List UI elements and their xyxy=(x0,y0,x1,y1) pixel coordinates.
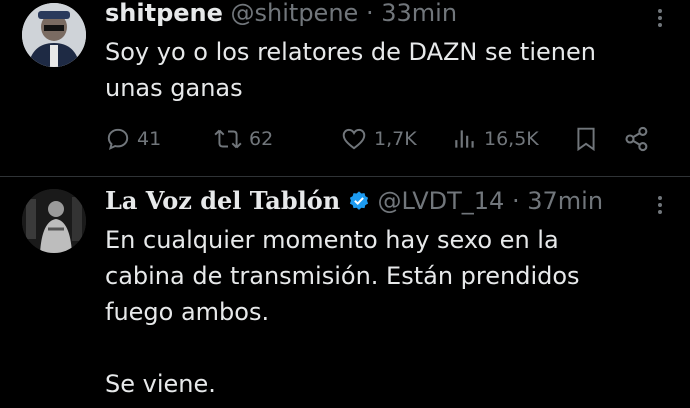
more-options-icon[interactable] xyxy=(650,6,670,32)
avatar-image-icon xyxy=(22,189,86,253)
timestamp[interactable]: 33min xyxy=(381,0,457,27)
like-count: 1,7K xyxy=(374,128,417,150)
views-button[interactable]: 16,5K xyxy=(452,123,539,155)
tweet-header: La Voz del Tablón @LVDT_14 · 37min xyxy=(105,187,603,217)
tweet-header: shitpene @shitpene · 33min xyxy=(105,0,457,29)
reply-icon xyxy=(107,128,129,150)
author-name[interactable]: La Voz del Tablón xyxy=(105,186,340,215)
retweet-icon xyxy=(214,129,242,149)
retweet-button[interactable]: 62 xyxy=(213,123,273,155)
tweet-text: Soy yo o los relatores de DAZN se tienen… xyxy=(105,38,596,102)
tweet-2[interactable]: La Voz del Tablón @LVDT_14 · 37min En cu… xyxy=(0,177,690,408)
author-name[interactable]: shitpene xyxy=(105,0,223,27)
like-button[interactable]: 1,7K xyxy=(340,123,417,155)
bookmark-button[interactable] xyxy=(573,123,599,155)
author-handle[interactable]: @LVDT_14 xyxy=(377,187,504,215)
separator: · xyxy=(511,187,520,215)
retweet-count: 62 xyxy=(249,128,274,150)
tweet-actions: 41 62 1,7K 16,5K xyxy=(105,123,665,155)
heart-icon xyxy=(342,128,366,150)
share-button[interactable] xyxy=(623,123,651,155)
view-count: 16,5K xyxy=(484,128,539,150)
verified-badge-icon xyxy=(349,191,368,210)
author-handle[interactable]: @shitpene xyxy=(231,0,359,27)
tweet-1[interactable]: shitpene @shitpene · 33min Soy yo o los … xyxy=(0,0,690,176)
avatar[interactable] xyxy=(22,189,86,253)
bookmark-icon xyxy=(577,127,595,152)
share-icon xyxy=(625,126,648,152)
separator: · xyxy=(365,0,374,27)
avatar[interactable] xyxy=(22,3,86,67)
timestamp[interactable]: 37min xyxy=(527,187,603,215)
reply-count: 41 xyxy=(137,128,162,150)
tweet-text: En cualquier momento hay sexo en la cabi… xyxy=(105,226,580,398)
reply-button[interactable]: 41 xyxy=(105,123,161,155)
more-options-icon[interactable] xyxy=(650,193,670,219)
avatar-image-icon xyxy=(22,3,86,67)
analytics-icon xyxy=(455,130,474,148)
